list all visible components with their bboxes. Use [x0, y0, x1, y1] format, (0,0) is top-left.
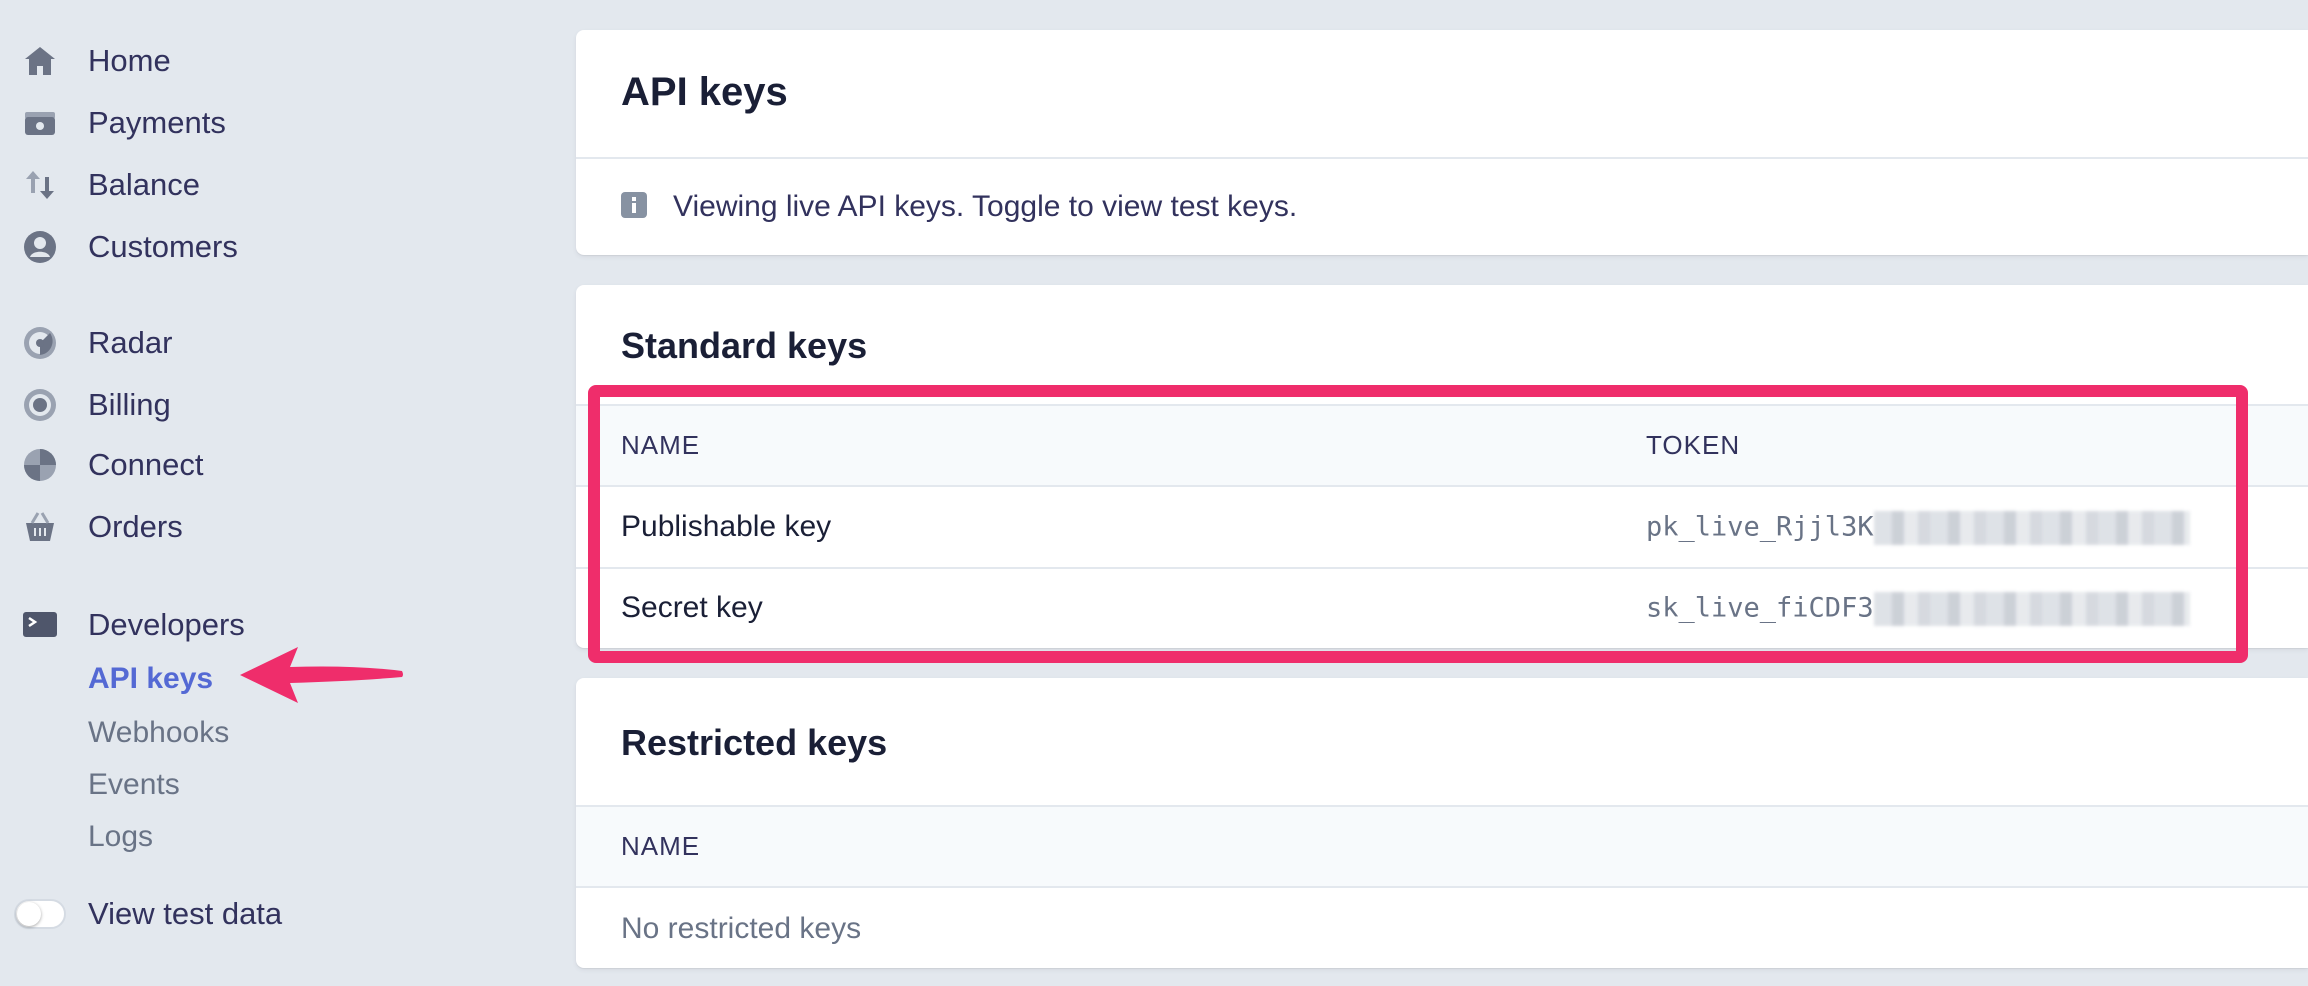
- divider: [576, 567, 2308, 569]
- publishable-key-token[interactable]: pk_live_Rjjl3K: [1646, 511, 2190, 545]
- table-header: NAME: [576, 807, 2308, 886]
- secret-key-token[interactable]: sk_live_fiCDF3: [1646, 592, 2190, 626]
- customers-icon: [20, 227, 60, 267]
- payments-icon: [20, 103, 60, 143]
- restricted-keys-card: Restricted keys NAME No restricted keys: [576, 678, 2308, 968]
- sidebar-link-events[interactable]: Events: [88, 768, 180, 802]
- restricted-keys-title: Restricted keys: [621, 722, 888, 763]
- page-title: API keys: [621, 70, 788, 114]
- terminal-icon: [20, 605, 60, 645]
- standard-keys-card: Standard keys NAME TOKEN Publishable key…: [576, 285, 2308, 648]
- nav-item-balance[interactable]: Balance: [20, 161, 200, 209]
- sidebar-link-api-keys[interactable]: API keys: [88, 662, 213, 696]
- sidebar-link-logs[interactable]: Logs: [88, 820, 153, 854]
- divider: [576, 886, 2308, 888]
- nav-item-orders[interactable]: Orders: [20, 503, 183, 551]
- column-header-token: TOKEN: [1646, 430, 1741, 460]
- token-text: pk_live_Rjjl3K: [1646, 511, 1874, 543]
- info-text: Viewing live API keys. Toggle to view te…: [673, 190, 1298, 223]
- orders-icon: [20, 507, 60, 547]
- nav-item-home[interactable]: Home: [20, 37, 171, 85]
- nav-item-developers[interactable]: Developers: [20, 601, 245, 649]
- nav-item-radar[interactable]: Radar: [20, 319, 172, 367]
- standard-keys-title: Standard keys: [621, 325, 868, 366]
- token-text: sk_live_fiCDF3: [1646, 592, 1874, 624]
- test-data-label: View test data: [88, 896, 283, 931]
- key-name: Publishable key: [621, 510, 832, 543]
- info-icon: [621, 191, 647, 223]
- home-icon: [20, 41, 60, 81]
- nav-item-billing[interactable]: Billing: [20, 381, 171, 429]
- redacted-token: [1873, 511, 2190, 545]
- api-keys-header-card: API keys Viewing live API keys. Toggle t…: [576, 30, 2308, 255]
- sidebar: Home Payments Balance Customers Radar Bi…: [0, 0, 560, 986]
- info-banner: Viewing live API keys. Toggle to view te…: [621, 190, 1297, 224]
- column-header-name: NAME: [621, 831, 701, 861]
- sidebar-link-webhooks[interactable]: Webhooks: [88, 716, 229, 750]
- pointer-arrow-icon: [240, 647, 403, 703]
- nav-item-payments[interactable]: Payments: [20, 99, 226, 147]
- empty-state-text: No restricted keys: [621, 912, 862, 945]
- key-name: Secret key: [621, 591, 763, 624]
- divider: [576, 157, 2308, 159]
- balance-icon: [20, 165, 60, 205]
- nav-item-connect[interactable]: Connect: [20, 441, 203, 489]
- nav-item-customers[interactable]: Customers: [20, 223, 238, 271]
- redacted-token: [1873, 592, 2190, 626]
- billing-icon: [20, 385, 60, 425]
- radar-icon: [20, 323, 60, 363]
- test-data-toggle[interactable]: [14, 899, 66, 929]
- connect-icon: [20, 445, 60, 485]
- column-header-name: NAME: [621, 430, 701, 460]
- divider: [576, 485, 2308, 487]
- toggle-knob: [17, 902, 41, 926]
- table-header: NAME TOKEN: [576, 406, 2308, 485]
